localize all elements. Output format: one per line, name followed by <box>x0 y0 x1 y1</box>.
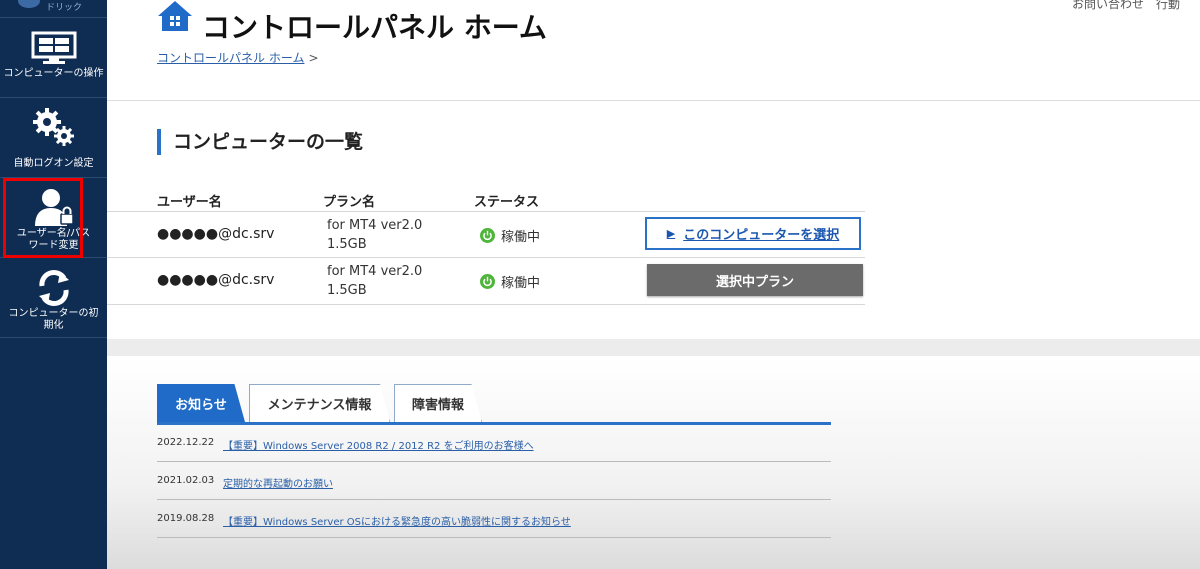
sidebar-item-computer-reset[interactable]: コンピューターの初期化 <box>0 258 107 338</box>
tab-notices[interactable]: お知らせ <box>157 384 245 422</box>
sidebar-item-label: コンピューターの操作 <box>3 68 104 79</box>
tab-incidents[interactable]: 障害情報 <box>394 384 482 422</box>
sidebar-item-label: ユーザー名/パスワード変更 <box>16 228 91 251</box>
sidebar-logo[interactable]: ドリック <box>0 0 107 18</box>
refresh-icon <box>0 266 107 310</box>
select-computer-button[interactable]: ▶ このコンピューターを選択 <box>645 217 861 250</box>
news-tabs: お知らせ メンテナンス情報 障害情報 <box>157 384 831 425</box>
username-cell: ●●●●●@dc.srv <box>157 226 275 242</box>
sidebar-item-label: 自動ログオン設定 <box>13 158 94 169</box>
logo-icon <box>18 0 40 8</box>
status-cell: 稼働中 <box>480 226 540 245</box>
status-text: 稼働中 <box>501 276 541 291</box>
monitor-icon <box>0 26 107 70</box>
news-date: 2022.12.22 <box>157 437 215 448</box>
plan-size: 1.5GB <box>327 237 367 252</box>
sidebar: ドリック コンピューターの操作 自動ログオン設定 ユーザー名/パスワード変更 コ… <box>0 0 107 569</box>
plan-name: for MT4 ver2.0 <box>327 218 423 233</box>
plan-size: 1.5GB <box>327 283 367 298</box>
list-item: 2022.12.22 【重要】Windows Server 2008 R2 / … <box>157 423 831 462</box>
sidebar-item-username-password[interactable]: ユーザー名/パスワード変更 <box>0 178 107 258</box>
status-power-icon <box>480 274 495 289</box>
plan-cell: for MT4 ver2.0 1.5GB <box>327 262 422 300</box>
header-links[interactable]: お問い合わせ 行動 <box>1072 0 1180 12</box>
breadcrumb: コントロールパネル ホーム > <box>157 49 319 66</box>
column-header-status: ステータス <box>474 195 540 210</box>
news-date: 2021.02.03 <box>157 475 215 486</box>
page-title: コントロールパネル ホーム <box>202 11 547 44</box>
table-row: ●●●●●@dc.srv for MT4 ver2.0 1.5GB 稼働中 選択… <box>107 257 865 305</box>
computer-list-section: コンピューターの一覧 ユーザー名 プラン名 ステータス ●●●●●@dc.srv… <box>107 101 1200 339</box>
select-computer-label: このコンピューターを選択 <box>683 228 840 243</box>
news-date: 2019.08.28 <box>157 513 215 524</box>
list-item: 2019.08.28 【重要】Windows Server OSにおける緊急度の… <box>157 499 831 538</box>
breadcrumb-home-link[interactable]: コントロールパネル ホーム <box>157 51 304 65</box>
table-row: ●●●●●@dc.srv for MT4 ver2.0 1.5GB 稼働中 ▶ … <box>107 211 865 258</box>
breadcrumb-separator: > <box>308 51 319 65</box>
news-link[interactable]: 【重要】Windows Server 2008 R2 / 2012 R2 をご利… <box>223 437 534 452</box>
status-cell: 稼働中 <box>480 272 540 291</box>
user-lock-icon <box>0 186 107 230</box>
username-cell: ●●●●●@dc.srv <box>157 272 275 288</box>
plan-cell: for MT4 ver2.0 1.5GB <box>327 216 422 254</box>
selected-plan-button: 選択中プラン <box>647 264 863 296</box>
home-icon <box>157 0 193 36</box>
section-title: コンピューターの一覧 <box>157 129 363 155</box>
list-item: 2021.02.03 定期的な再起動のお願い <box>157 461 831 500</box>
sidebar-item-label: コンピューターの初期化 <box>8 308 99 331</box>
status-text: 稼働中 <box>501 230 541 245</box>
news-link[interactable]: 【重要】Windows Server OSにおける緊急度の高い脆弱性に関するお知… <box>223 513 571 528</box>
news-link[interactable]: 定期的な再起動のお願い <box>223 475 333 490</box>
sidebar-item-auto-logon[interactable]: 自動ログオン設定 <box>0 98 107 178</box>
column-header-username: ユーザー名 <box>157 195 222 210</box>
play-arrow-icon: ▶ <box>666 227 676 240</box>
gears-icon <box>0 106 107 150</box>
plan-name: for MT4 ver2.0 <box>327 264 423 279</box>
sidebar-item-computer-operation[interactable]: コンピューターの操作 <box>0 18 107 98</box>
tab-maintenance[interactable]: メンテナンス情報 <box>249 384 390 422</box>
column-header-plan: プラン名 <box>323 195 376 210</box>
status-power-icon <box>480 228 495 243</box>
sidebar-logo-text: ドリック <box>46 3 83 13</box>
news-section: お知らせ メンテナンス情報 障害情報 2022.12.22 【重要】Window… <box>107 356 1200 569</box>
